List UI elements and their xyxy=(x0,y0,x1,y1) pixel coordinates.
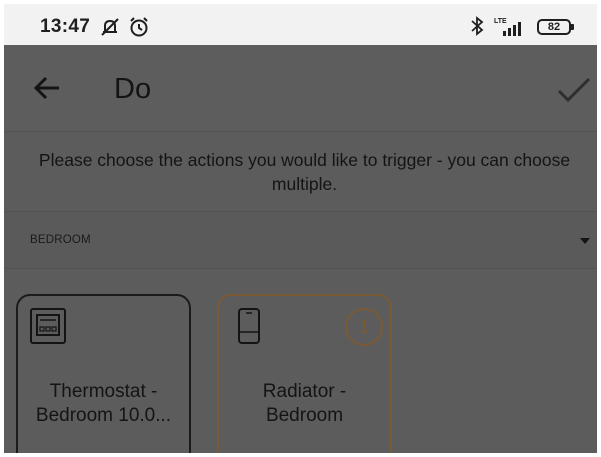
device-tile-radiator[interactable]: 1 Radiator - Bedroom xyxy=(217,294,392,453)
signal-icon: LTE xyxy=(494,18,521,36)
app-bar: Do xyxy=(4,45,597,131)
thermostat-icon xyxy=(30,308,66,344)
device-name: Thermostat - Bedroom 10.0... xyxy=(35,381,172,426)
radiator-valve-icon xyxy=(238,308,260,344)
instruction-banner: Please choose the actions you would like… xyxy=(4,131,597,211)
page-title: Do xyxy=(114,73,152,105)
bluetooth-icon xyxy=(471,16,484,36)
arrow-left-icon[interactable] xyxy=(32,73,62,103)
room-dropdown-label: BEDROOM xyxy=(30,234,91,246)
status-time: 13:47 xyxy=(40,16,91,37)
do-not-disturb-icon xyxy=(101,18,119,36)
device-tile-thermostat[interactable]: Thermostat - Bedroom 10.0... xyxy=(16,294,191,453)
alarm-icon xyxy=(130,17,148,37)
instruction-text: Please choose the actions you would like… xyxy=(38,150,571,194)
app-screen: 13:47 LTE 82 Do Please choose the action… xyxy=(4,4,597,453)
check-icon[interactable] xyxy=(556,75,592,105)
battery-level: 82 xyxy=(547,21,561,33)
caret-down-icon xyxy=(580,238,590,244)
selection-count-badge: 1 xyxy=(345,308,383,346)
device-name: Radiator - Bedroom xyxy=(262,381,347,426)
status-bar: 13:47 LTE 82 xyxy=(4,4,597,45)
battery-icon: 82 xyxy=(537,19,574,35)
network-type-label: LTE xyxy=(494,18,507,25)
room-dropdown[interactable]: BEDROOM xyxy=(4,211,597,269)
